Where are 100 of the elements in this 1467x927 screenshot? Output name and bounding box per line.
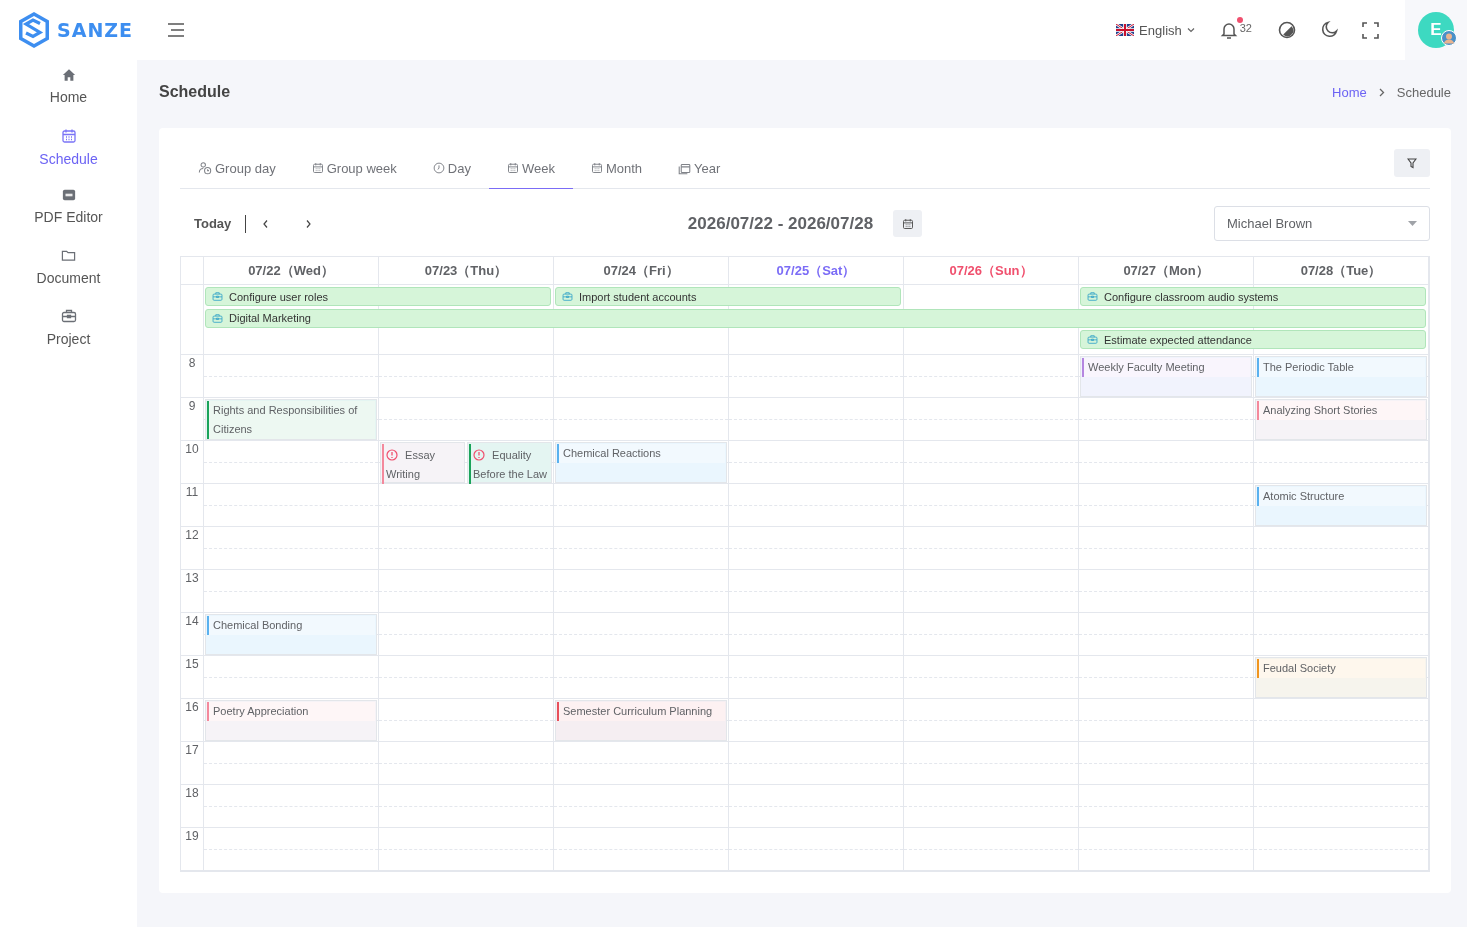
hour-label: 8 bbox=[181, 355, 203, 398]
home-icon bbox=[61, 68, 76, 82]
hour-label: 14 bbox=[181, 613, 203, 656]
event-card[interactable]: Chemical Reactions bbox=[555, 442, 727, 483]
day-header: 07/27（Mon） bbox=[1078, 257, 1253, 285]
language-select[interactable]: English bbox=[1116, 22, 1195, 38]
hour-label: 16 bbox=[181, 699, 203, 742]
bell-icon bbox=[1218, 20, 1239, 40]
event-card[interactable]: Semester Curriculum Planning bbox=[555, 700, 727, 741]
hour-label: 13 bbox=[181, 570, 203, 613]
alert-icon bbox=[386, 449, 398, 461]
day-header: 07/28（Tue） bbox=[1253, 257, 1428, 285]
briefcase-icon bbox=[1087, 334, 1098, 345]
sidebar-item[interactable]: Home bbox=[0, 60, 137, 120]
alert-icon bbox=[473, 449, 485, 461]
hour-label: 19 bbox=[181, 828, 203, 871]
briefcase-icon bbox=[1087, 291, 1098, 302]
breadcrumb-link[interactable]: Home bbox=[1332, 84, 1367, 100]
briefcase-icon bbox=[562, 291, 573, 302]
notification-button[interactable]: 32 bbox=[1218, 20, 1252, 40]
breadcrumb-current: Schedule bbox=[1396, 84, 1451, 100]
hour-label: 11 bbox=[181, 484, 203, 527]
chevron-right-icon[interactable] bbox=[305, 218, 313, 229]
view-tab[interactable]: Group day bbox=[180, 148, 294, 189]
all-day-event[interactable]: Configure user roles bbox=[205, 287, 551, 306]
date-range: 2026/07/22 - 2026/07/28 bbox=[687, 213, 874, 234]
all-day-event[interactable]: Digital Marketing bbox=[205, 308, 1426, 328]
person-select[interactable]: Michael Brown bbox=[1214, 206, 1430, 241]
fullscreen-icon[interactable] bbox=[1362, 21, 1379, 39]
brand-name: SANZE bbox=[57, 19, 134, 41]
person-avatar-icon bbox=[1441, 30, 1457, 46]
day-header: 07/26（Sun） bbox=[903, 257, 1078, 285]
day-header: 07/22（Wed） bbox=[203, 257, 378, 285]
moon-icon[interactable] bbox=[1320, 21, 1338, 39]
all-day-event[interactable]: Configure classroom audio systems bbox=[1080, 287, 1426, 306]
notification-count: 32 bbox=[1239, 22, 1252, 34]
sidebar-item[interactable]: Document bbox=[0, 240, 137, 300]
logo-icon bbox=[17, 11, 51, 49]
calendar-stack-icon bbox=[678, 161, 692, 175]
event-title: Rights and Responsibilities of Citizens bbox=[212, 403, 359, 437]
event-card[interactable]: Feudal Society bbox=[1255, 657, 1427, 698]
event-title: Analyzing Short Stories bbox=[1262, 403, 1378, 418]
calendar-icon bbox=[60, 128, 77, 144]
event-title: Atomic Structure bbox=[1262, 489, 1345, 504]
event-card[interactable]: Weekly Faculty Meeting bbox=[1080, 356, 1252, 397]
day-header: 07/25（Sat） bbox=[728, 257, 903, 285]
hour-label: 9 bbox=[181, 398, 203, 441]
event-title: Essay Writing bbox=[385, 448, 436, 482]
calendar-icon bbox=[311, 162, 324, 174]
event-title: Semester Curriculum Planning bbox=[562, 704, 713, 719]
calendar-icon bbox=[590, 162, 603, 174]
event-title: Chemical Reactions bbox=[562, 446, 661, 461]
people-clock-icon bbox=[198, 161, 212, 175]
view-tab[interactable]: Year bbox=[660, 148, 739, 189]
hour-label: 18 bbox=[181, 785, 203, 828]
clock-icon bbox=[432, 162, 445, 174]
chevron-left-icon[interactable] bbox=[262, 218, 270, 229]
view-tab[interactable]: Group week bbox=[293, 148, 415, 189]
sidebar-item[interactable]: PDF Editor bbox=[0, 180, 137, 240]
date-picker-button[interactable] bbox=[893, 210, 923, 237]
all-day-event[interactable]: Import student accounts bbox=[555, 287, 901, 306]
event-title: Equality Before the Law bbox=[472, 448, 548, 482]
menu-icon[interactable] bbox=[167, 22, 185, 38]
contrast-icon[interactable] bbox=[1278, 21, 1296, 39]
briefcase-icon bbox=[212, 312, 223, 324]
calendar-icon bbox=[901, 217, 914, 230]
event-card[interactable]: Essay Writing bbox=[380, 442, 465, 483]
all-day-event[interactable]: Estimate expected attendance bbox=[1080, 330, 1426, 349]
view-tab[interactable]: Week bbox=[488, 148, 573, 189]
briefcase-icon bbox=[212, 291, 223, 302]
flag-icon bbox=[1116, 24, 1135, 36]
chevron-right-icon bbox=[1378, 87, 1385, 97]
event-card[interactable]: The Periodic Table bbox=[1255, 356, 1427, 397]
chevron-down-icon bbox=[1186, 27, 1195, 33]
caret-down-icon bbox=[1408, 221, 1417, 226]
hour-label: 10 bbox=[181, 441, 203, 484]
day-header: 07/24（Fri） bbox=[553, 257, 728, 285]
event-card[interactable]: Analyzing Short Stories bbox=[1255, 399, 1427, 440]
event-card[interactable]: Poetry Appreciation bbox=[205, 700, 377, 741]
event-card[interactable]: Equality Before the Law bbox=[467, 442, 552, 483]
briefcase-icon bbox=[60, 308, 77, 324]
sidebar-item[interactable]: Schedule bbox=[0, 120, 137, 180]
view-tab[interactable]: Day bbox=[414, 148, 489, 189]
folder-icon bbox=[61, 248, 76, 263]
event-card[interactable]: Chemical Bonding bbox=[205, 614, 377, 655]
filter-icon bbox=[1407, 157, 1417, 169]
sidebar-item[interactable]: Project bbox=[0, 300, 137, 360]
day-header: 07/23（Thu） bbox=[378, 257, 553, 285]
hour-label: 15 bbox=[181, 656, 203, 699]
filter-button[interactable] bbox=[1394, 149, 1430, 177]
event-title: Poetry Appreciation bbox=[212, 704, 309, 719]
view-tab[interactable]: Month bbox=[572, 148, 661, 189]
event-title: The Periodic Table bbox=[1262, 360, 1354, 375]
event-title: Chemical Bonding bbox=[212, 618, 303, 633]
calendar-icon bbox=[506, 162, 519, 174]
event-card[interactable]: Rights and Responsibilities of Citizens bbox=[205, 399, 377, 440]
hour-label: 12 bbox=[181, 527, 203, 570]
page-title: Schedule bbox=[159, 83, 231, 101]
today-button[interactable]: Today bbox=[194, 214, 247, 233]
event-card[interactable]: Atomic Structure bbox=[1255, 485, 1427, 526]
